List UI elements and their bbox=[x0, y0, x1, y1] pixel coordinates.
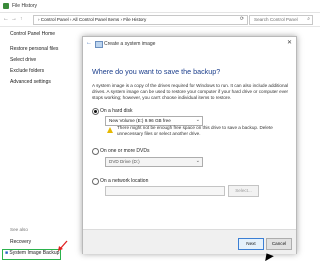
dialog-titlebar: ← Create a system image ✕ bbox=[83, 37, 296, 51]
dialog-footer: Next Cancel bbox=[83, 229, 296, 254]
dialog-title: Create a system image bbox=[104, 41, 156, 47]
shield-icon: ■ bbox=[5, 250, 9, 256]
red-arrow-annotation bbox=[58, 240, 68, 251]
back-arrow-icon[interactable]: ← bbox=[86, 40, 92, 46]
recovery-link[interactable]: Recovery bbox=[10, 239, 31, 245]
chevron-down-icon: ⌄ bbox=[195, 158, 200, 164]
search-input[interactable]: Search Control Panel ⌕ bbox=[249, 15, 313, 25]
forward-arrow-icon[interactable]: → bbox=[11, 16, 17, 22]
select-drive-link[interactable]: Select drive bbox=[10, 57, 36, 63]
space-warning-text: There might not be enough free space on … bbox=[117, 125, 273, 136]
up-arrow-icon[interactable]: ↑ bbox=[20, 16, 23, 22]
chevron-down-icon: ⌄ bbox=[195, 117, 200, 123]
select-network-button[interactable]: Select... bbox=[228, 185, 259, 197]
hard-disk-radio[interactable] bbox=[92, 108, 99, 115]
breadcrumb: › Control Panel › All Control Panel Item… bbox=[38, 17, 147, 22]
back-arrow-icon[interactable]: ← bbox=[3, 16, 9, 22]
restore-personal-files-link[interactable]: Restore personal files bbox=[10, 46, 58, 52]
window-titlebar: File History bbox=[0, 0, 320, 13]
refresh-icon[interactable]: ⟳ bbox=[238, 15, 246, 23]
search-icon: ⌕ bbox=[307, 16, 310, 22]
dvd-radio[interactable] bbox=[92, 148, 99, 155]
search-placeholder: Search Control Panel bbox=[254, 17, 298, 22]
network-label[interactable]: On a network location bbox=[100, 178, 148, 184]
dvd-drive-select[interactable]: DVD Drive (D:) ⌄ bbox=[105, 157, 203, 167]
dvd-label[interactable]: On one or more DVDs bbox=[100, 148, 149, 154]
cancel-button[interactable]: Cancel bbox=[266, 238, 292, 250]
warning-icon bbox=[107, 127, 113, 133]
system-image-icon bbox=[95, 41, 103, 48]
exclude-folders-link[interactable]: Exclude folders bbox=[10, 68, 44, 74]
create-system-image-dialog: ← Create a system image ✕ Where do you w… bbox=[82, 36, 297, 254]
background-window-edge bbox=[302, 28, 320, 259]
system-image-backup-label: System Image Backup bbox=[9, 250, 60, 256]
file-history-icon bbox=[3, 3, 9, 9]
system-image-backup-link[interactable]: ■ System Image Backup bbox=[5, 250, 59, 256]
see-also-heading: See also bbox=[10, 227, 28, 232]
dialog-heading: Where do you want to save the backup? bbox=[92, 67, 221, 76]
hard-disk-label[interactable]: On a hard disk bbox=[100, 108, 133, 114]
address-field[interactable]: › Control Panel › All Control Panel Item… bbox=[33, 15, 248, 25]
control-panel-home-link[interactable]: Control Panel Home bbox=[10, 31, 55, 37]
network-radio[interactable] bbox=[92, 178, 99, 185]
hard-disk-drive-value: New Volume (E:) 9.96 GB free bbox=[109, 118, 171, 123]
close-icon[interactable]: ✕ bbox=[287, 39, 292, 46]
advanced-settings-link[interactable]: Advanced settings bbox=[10, 79, 51, 85]
dialog-description: A system image is a copy of the drives r… bbox=[92, 83, 289, 100]
dvd-drive-value: DVD Drive (D:) bbox=[109, 159, 140, 164]
address-bar-row: ← → ↑ › Control Panel › All Control Pane… bbox=[0, 13, 320, 27]
window-title: File History bbox=[12, 3, 38, 9]
network-location-field[interactable] bbox=[105, 186, 225, 196]
next-button[interactable]: Next bbox=[238, 238, 264, 250]
